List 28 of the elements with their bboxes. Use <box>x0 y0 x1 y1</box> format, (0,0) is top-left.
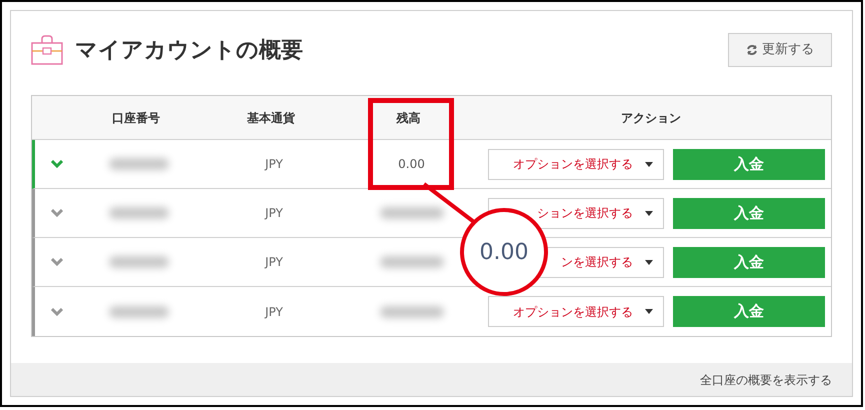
overview-link[interactable]: 全口座の概要を表示する <box>700 370 832 388</box>
option-dropdown[interactable]: オプションを選択する <box>488 148 664 180</box>
chevron-down-icon[interactable] <box>51 160 63 168</box>
deposit-button[interactable]: 入金 <box>673 198 825 228</box>
panel-title: マイアカウントの概要 <box>75 36 303 64</box>
caret-icon <box>645 210 653 216</box>
option-dropdown[interactable]: オプションを選択する <box>488 296 664 327</box>
refresh-button[interactable]: 更新する <box>728 33 832 67</box>
chevron-down-icon[interactable] <box>51 258 63 266</box>
deposit-button[interactable]: 入金 <box>673 296 825 327</box>
chevron-down-icon[interactable] <box>51 209 63 217</box>
briefcase-icon <box>31 35 63 65</box>
column-header: 口座番号 <box>112 110 160 126</box>
balance-cell-text: 0.00 <box>398 156 425 173</box>
caret-icon <box>645 309 653 314</box>
currency-cell-text: JPY <box>265 254 283 271</box>
deposit-button[interactable]: 入金 <box>673 148 825 180</box>
column-header: 基本通貨 <box>247 110 295 126</box>
caret-icon <box>645 162 653 166</box>
currency-cell-text: JPY <box>265 156 283 173</box>
currency-cell-text: JPY <box>265 304 283 320</box>
chevron-down-icon[interactable] <box>51 308 63 316</box>
refresh-icon <box>746 44 758 56</box>
column-header: アクション <box>621 110 681 126</box>
column-header: 残高 <box>396 110 420 126</box>
currency-cell-text: JPY <box>265 205 283 222</box>
caret-icon <box>645 260 653 264</box>
deposit-button[interactable]: 入金 <box>673 246 825 278</box>
